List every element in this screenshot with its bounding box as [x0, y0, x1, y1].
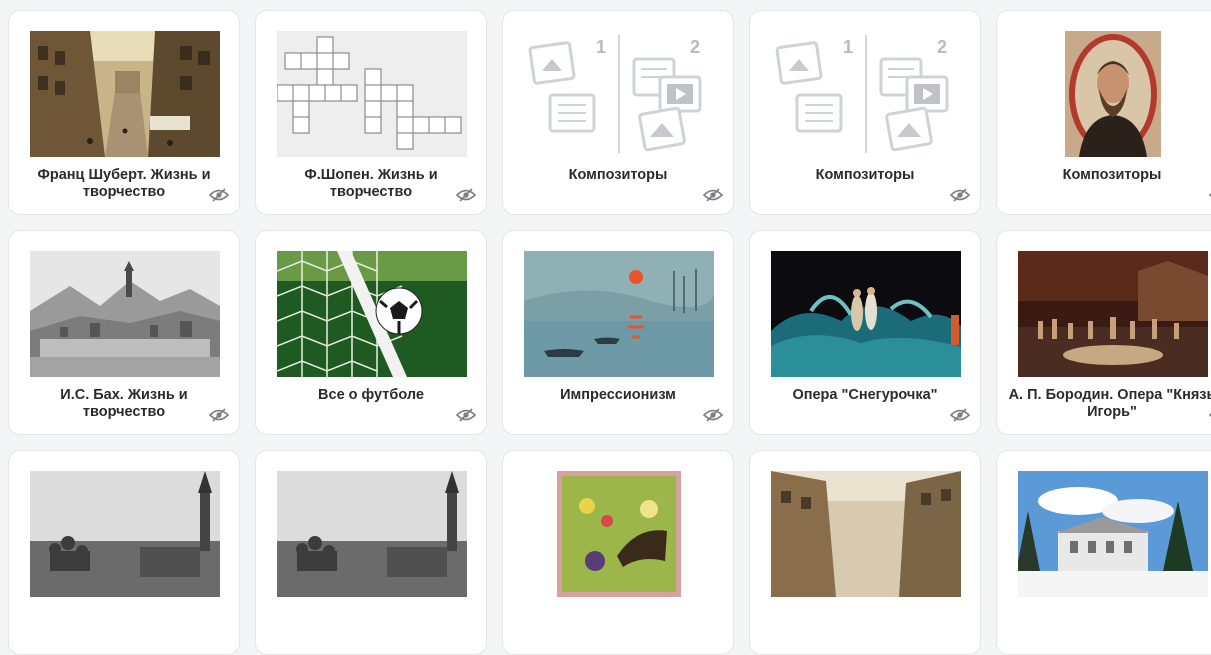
card-thumbnail: 1 2	[524, 31, 714, 157]
hidden-eye-icon[interactable]	[209, 188, 229, 202]
card-title: Франц Шуберт. Жизнь и творчество	[37, 167, 211, 200]
opera-stage-blue-image	[771, 251, 961, 377]
hidden-eye-icon[interactable]	[703, 408, 723, 422]
app-card[interactable]	[749, 450, 981, 655]
card-thumbnail	[1065, 31, 1161, 157]
kremlin-photo-image	[277, 471, 467, 597]
card-thumbnail	[30, 31, 220, 157]
app-card[interactable]: Франц Шуберт. Жизнь и творчество	[8, 10, 240, 215]
hidden-eye-icon[interactable]	[209, 408, 229, 422]
app-card[interactable]	[996, 450, 1211, 655]
app-card[interactable]: А. П. Бородин. Опера "Князь Игорь"	[996, 230, 1211, 435]
placeholder-number-1: 1	[596, 37, 606, 57]
placeholder-number-2: 2	[937, 37, 947, 57]
card-title: Композиторы	[1062, 167, 1162, 183]
placeholder-number-2: 2	[690, 37, 700, 57]
app-card[interactable]	[255, 450, 487, 655]
card-thumbnail	[277, 471, 467, 597]
card-thumbnail	[1018, 471, 1208, 597]
app-card[interactable]: Импрессионизм	[502, 230, 734, 435]
hidden-eye-icon[interactable]	[703, 188, 723, 202]
card-thumbnail	[277, 31, 467, 157]
crossword-image	[277, 31, 467, 157]
app-card[interactable]	[8, 450, 240, 655]
impression-sunrise-image	[524, 251, 714, 377]
landscape-engraving-image	[30, 251, 220, 377]
card-thumbnail	[30, 471, 220, 597]
street-photo-image	[30, 31, 220, 157]
opera-stage-dark-image	[1018, 251, 1208, 377]
hidden-eye-icon[interactable]	[950, 188, 970, 202]
card-thumbnail	[557, 471, 681, 597]
winter-estate-image	[1018, 471, 1208, 597]
card-title: Опера "Снегурочка"	[792, 387, 938, 403]
hidden-eye-icon[interactable]	[950, 408, 970, 422]
app-card[interactable]	[502, 450, 734, 655]
kremlin-photo-image	[30, 471, 220, 597]
app-placeholder-image: 1 2	[771, 31, 961, 157]
card-title: Все о футболе	[318, 387, 424, 403]
hidden-eye-icon[interactable]	[456, 188, 476, 202]
portrait-image	[1065, 31, 1161, 157]
app-card[interactable]: Композиторы	[996, 10, 1211, 215]
gramophone-painting-image	[557, 471, 681, 597]
soccer-ball-net-image	[277, 251, 467, 377]
card-title: Композиторы	[568, 167, 668, 183]
card-thumbnail	[1018, 251, 1208, 377]
card-thumbnail	[277, 251, 467, 377]
app-card[interactable]: И.С. Бах. Жизнь и творчество	[8, 230, 240, 435]
card-thumbnail	[771, 251, 961, 377]
hidden-eye-icon[interactable]	[456, 408, 476, 422]
card-thumbnail	[771, 471, 961, 597]
app-placeholder-image: 1 2	[524, 31, 714, 157]
app-card[interactable]: Опера "Снегурочка"	[749, 230, 981, 435]
card-title: А. П. Бородин. Опера "Князь Игорь"	[1008, 387, 1211, 420]
app-card[interactable]: Ф.Шопен. Жизнь и творчество	[255, 10, 487, 215]
card-title: Импрессионизм	[560, 387, 676, 403]
card-thumbnail	[524, 251, 714, 377]
app-card[interactable]: 1 2 Композиторы	[749, 10, 981, 215]
card-thumbnail	[30, 251, 220, 377]
app-card[interactable]: Все о футболе	[255, 230, 487, 435]
placeholder-number-1: 1	[843, 37, 853, 57]
card-thumbnail: 1 2	[771, 31, 961, 157]
street-photo-2-image	[771, 471, 961, 597]
card-title: И.С. Бах. Жизнь и творчество	[60, 387, 188, 420]
app-card[interactable]: 1 2 Композиторы	[502, 10, 734, 215]
card-title: Композиторы	[815, 167, 915, 183]
card-title: Ф.Шопен. Жизнь и творчество	[304, 167, 438, 200]
